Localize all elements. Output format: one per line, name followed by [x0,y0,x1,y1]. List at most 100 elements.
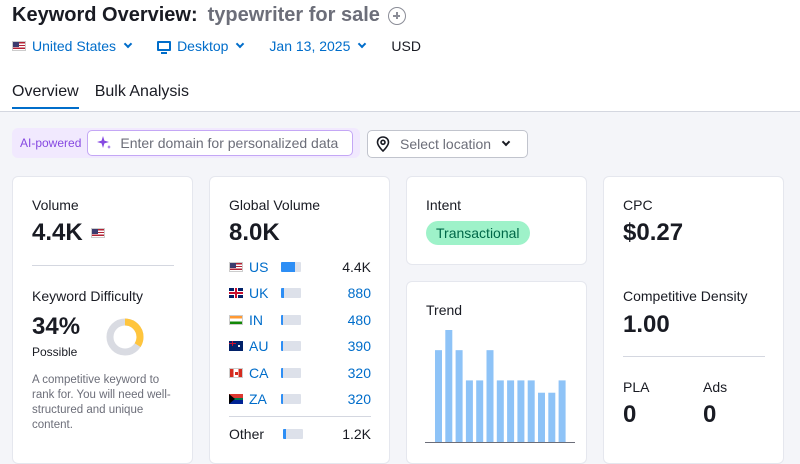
desktop-icon [157,41,172,54]
device-label: Desktop [177,38,229,54]
location-pin-icon [376,136,390,152]
trend-bar[interactable] [435,350,442,442]
us-flag-icon [90,228,105,238]
share-bar [281,367,301,378]
share-bar-fill [281,288,284,299]
country-code[interactable]: US [249,259,281,275]
cpc-label: CPC [623,197,653,213]
intent-badge: Transactional [426,221,530,245]
au-flag-icon [229,341,243,352]
divider [623,356,765,357]
country-code[interactable]: UK [249,285,281,301]
location-select[interactable]: Select location [367,130,528,158]
page-header: Keyword Overview: typewriter for sale Un… [0,0,800,112]
tab-overview[interactable]: Overview [12,83,79,109]
currency-label: USD [391,38,421,54]
country-dropdown[interactable]: United States [12,38,133,54]
country-code[interactable]: ZA [249,391,281,407]
divider [229,416,371,417]
trend-bar[interactable] [496,380,504,442]
tab-bar: Overview Bulk Analysis [12,83,205,109]
za-flag-icon [229,394,243,404]
country-volume[interactable]: 480 [348,312,371,328]
trend-bar[interactable] [538,392,545,442]
in-flag-icon [229,314,243,325]
trend-bar[interactable] [445,330,453,442]
trend-bar[interactable] [486,350,494,442]
trend-bar[interactable] [476,380,484,442]
trend-bar[interactable] [558,380,566,442]
title-row: Keyword Overview: typewriter for sale [12,4,406,27]
share-bar-fill [281,394,283,404]
country-volume: 1.2K [342,426,371,442]
country-volume[interactable]: 880 [348,285,371,301]
country-code[interactable]: AU [249,338,281,354]
chevron-down-icon [501,137,511,147]
kd-label: Keyword Difficulty [32,288,144,304]
country-row-uk[interactable]: UK 880 [229,283,371,303]
volume-value-row: 4.4K [32,219,111,247]
divider [32,265,174,266]
country-volume[interactable]: 320 [348,365,371,381]
domain-input[interactable]: Enter domain for personalized data [87,130,354,156]
chevron-down-icon [358,39,367,49]
share-bar-fill [283,429,286,439]
trend-bar[interactable] [527,380,535,442]
date-label: Jan 13, 2025 [269,38,351,54]
tab-bulk-analysis[interactable]: Bulk Analysis [95,83,189,109]
country-row-other: Other 1.2K [229,424,371,444]
trend-bar[interactable] [507,380,515,442]
domain-input-placeholder: Enter domain for personalized data [120,135,339,151]
country-code[interactable]: CA [249,365,281,381]
ads-label: Ads [703,379,728,395]
volume-card: Volume 4.4K Keyword Difficulty 34% Possi… [12,176,193,464]
intent-label: Intent [426,197,462,213]
volume-value: 4.4K [32,219,83,246]
cpc-card: CPC $0.27 Competitive Density 1.00 PLA 0… [603,176,784,464]
kd-value: 34% [32,313,81,340]
trend-bar[interactable] [517,380,525,442]
ai-domain-bar: AI-powered Enter domain for personalized… [12,128,360,158]
country-code[interactable]: IN [249,312,281,328]
share-bar-fill [281,341,283,352]
page-title: Keyword Overview: [12,4,198,26]
country-row-au[interactable]: AU 390 [229,336,371,356]
chevron-down-icon [123,39,133,49]
country-row-ca[interactable]: CA 320 [229,363,371,383]
volume-label: Volume [32,197,79,213]
share-bar-fill [281,314,283,325]
share-bar [281,262,301,272]
competitive-density-value: 1.00 [623,311,670,338]
share-bar-fill [281,367,283,378]
pla-label: PLA [623,379,650,395]
intent-card: Intent Transactional [406,176,587,265]
us-flag-icon [229,262,243,272]
country-row-us[interactable]: US 4.4K [229,257,371,277]
competitive-density-label: Competitive Density [623,288,748,304]
add-keyword-icon[interactable] [387,6,406,25]
share-bar [281,314,301,325]
country-volume[interactable]: 320 [348,391,371,407]
keyword-title: typewriter for sale [207,4,380,26]
ads-value: 0 [703,401,717,428]
trend-bar[interactable] [455,350,463,442]
country-row-za[interactable]: ZA 320 [229,389,371,409]
trend-bar[interactable] [548,392,556,442]
country-volume[interactable]: 390 [348,338,371,354]
device-dropdown[interactable]: Desktop [157,38,245,54]
country-label: United States [32,38,117,54]
share-bar [283,429,303,439]
kd-level: Possible [32,345,78,359]
kd-donut-chart [106,318,144,356]
global-volume-label: Global Volume [229,197,321,213]
cpc-value: $0.27 [623,219,684,246]
country-row-in[interactable]: IN 480 [229,310,371,330]
country-volume: 4.4K [342,259,371,275]
kd-description: A competitive keyword to rank for. You w… [32,374,171,431]
date-dropdown[interactable]: Jan 13, 2025 [269,38,367,54]
pla-value: 0 [623,401,637,428]
us-flag-icon [12,41,26,51]
global-volume-value: 8.0K [229,219,280,246]
chevron-down-icon [236,39,245,49]
trend-bar[interactable] [465,380,473,442]
